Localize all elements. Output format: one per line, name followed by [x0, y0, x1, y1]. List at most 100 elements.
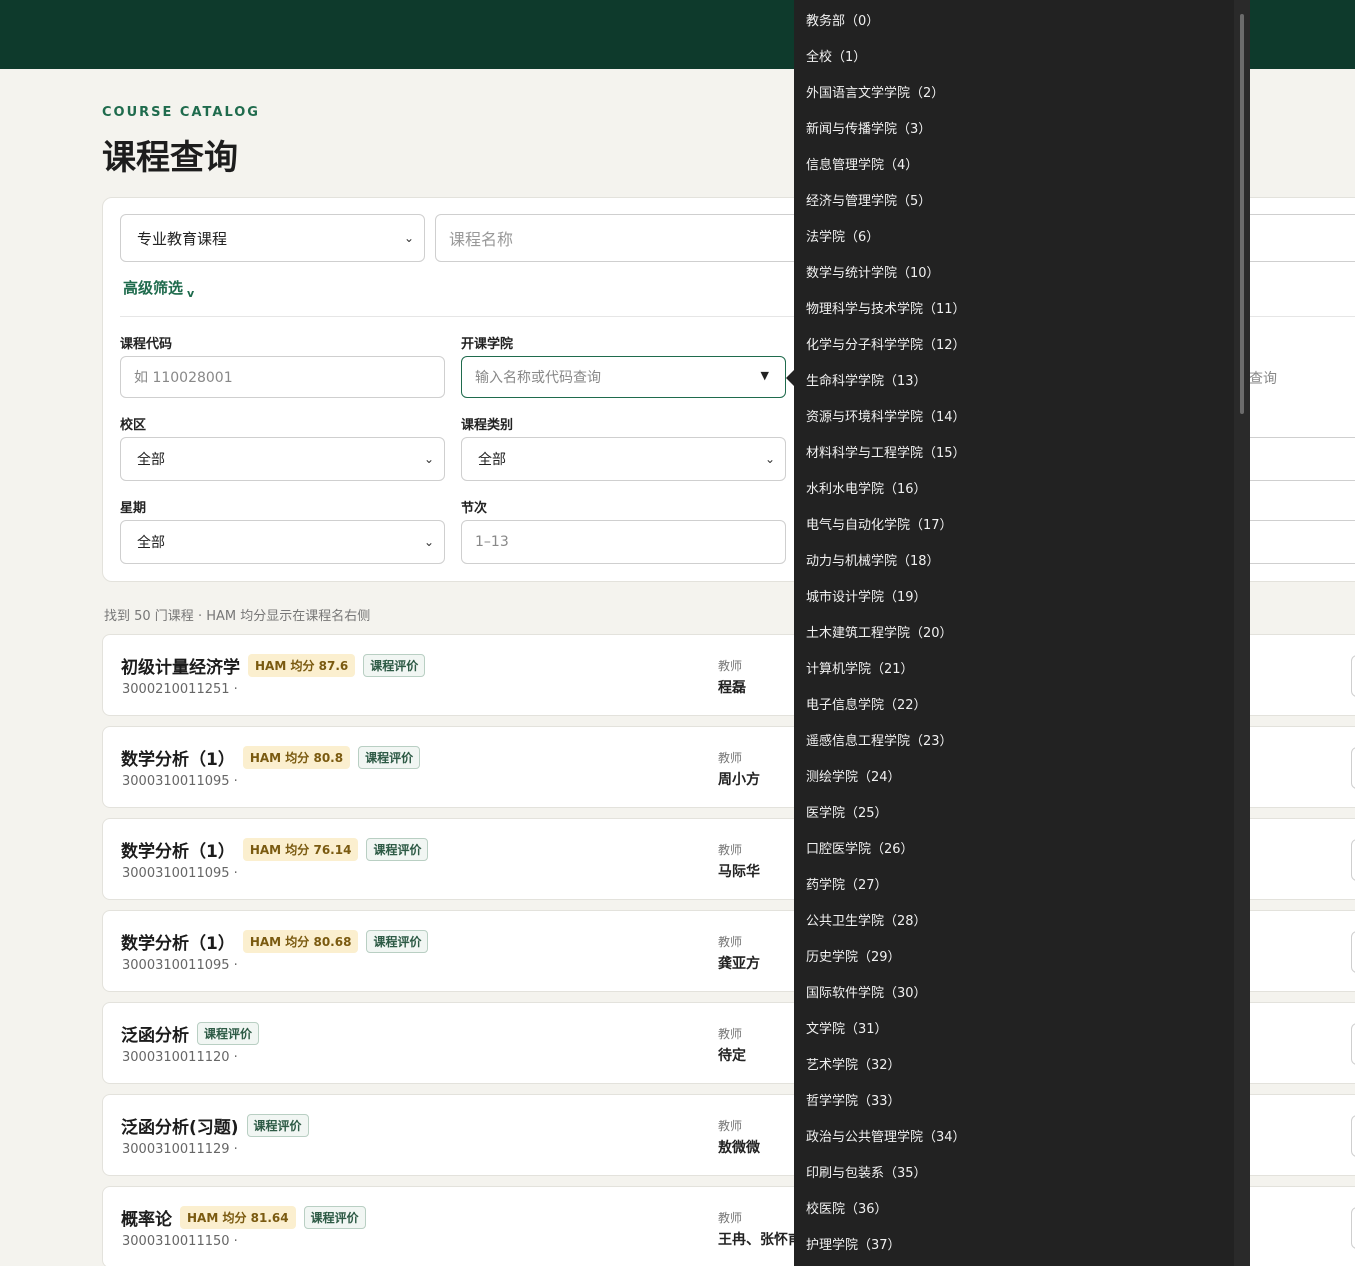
teacher-name: 龚亚方 — [718, 956, 760, 972]
ham-badge: HAM 均分 81.64 — [180, 1206, 296, 1229]
weekday-label: 星期 — [120, 501, 147, 516]
college-option[interactable]: 动力与机械学院（18） — [806, 550, 940, 569]
college-option[interactable]: 遥感信息工程学院（23） — [806, 730, 953, 749]
course-action-button[interactable] — [1351, 1115, 1355, 1157]
college-option[interactable]: 历史学院（29） — [806, 946, 901, 965]
ham-badge: HAM 均分 76.14 — [242, 838, 359, 861]
college-label: 开课学院 — [461, 337, 514, 352]
course-name: 泛函分析 — [121, 1026, 189, 1046]
chevron-down-icon: ⌄ — [764, 452, 775, 466]
course-eval-link[interactable]: 课程评价 — [363, 654, 426, 677]
period-input[interactable]: 1–13 — [461, 520, 786, 564]
campus-value: 全部 — [137, 452, 165, 468]
course-name: 数学分析（1） — [121, 934, 235, 954]
period-label: 节次 — [461, 501, 488, 516]
course-eval-link[interactable]: 课程评价 — [358, 746, 421, 769]
college-option[interactable]: 文学院（31） — [806, 1018, 888, 1037]
college-option[interactable]: 口腔医学院（26） — [806, 838, 914, 857]
teacher-label: 教师 — [718, 659, 743, 673]
college-option[interactable]: 电子信息学院（22） — [806, 694, 927, 713]
partial-select[interactable] — [1240, 437, 1355, 481]
college-placeholder: 输入名称或代码查询 — [475, 370, 601, 386]
college-dropdown-list[interactable]: 教务部（0） 全校（1） 外国语言文学学院（2） 新闻与传播学院（3） 信息管理学院（4… — [794, 0, 1250, 1266]
college-option[interactable]: 教务部（0） — [806, 10, 879, 29]
college-option[interactable]: 资源与环境科学学院（14） — [806, 406, 966, 425]
chevron-down-icon: ⌄ — [423, 452, 434, 466]
college-combobox[interactable]: 输入名称或代码查询 ▼ — [461, 356, 786, 398]
teacher-label: 教师 — [718, 1027, 743, 1041]
course-name: 数学分析（1） — [121, 750, 235, 770]
teacher-label: 教师 — [718, 751, 743, 765]
college-option[interactable]: 新闻与传播学院（3） — [806, 118, 931, 137]
college-option[interactable]: 外国语言文学学院（2） — [806, 82, 944, 101]
college-option[interactable]: 校医院（36） — [806, 1198, 888, 1217]
campus-select[interactable]: 全部 ⌄ — [120, 437, 445, 481]
weekday-value: 全部 — [137, 535, 165, 551]
college-option[interactable]: 信息管理学院（4） — [806, 154, 918, 173]
course-name: 概率论 — [121, 1210, 172, 1230]
dropdown-scrollbar-thumb[interactable] — [1240, 14, 1244, 414]
college-option[interactable]: 医学院（25） — [806, 802, 888, 821]
college-option[interactable]: 材料科学与工程学院（15） — [806, 442, 966, 461]
course-code: 3000310011095 · — [122, 774, 238, 789]
course-eval-link[interactable]: 课程评价 — [303, 1206, 366, 1229]
college-option[interactable]: 计算机学院（21） — [806, 658, 914, 677]
college-option[interactable]: 全校（1） — [806, 46, 866, 65]
category-select[interactable]: 全部 ⌄ — [461, 437, 786, 481]
course-action-button[interactable] — [1351, 747, 1355, 789]
course-code: 3000310011150 · — [122, 1234, 238, 1249]
course-type-select[interactable]: 专业教育课程 ⌄ — [120, 214, 425, 262]
course-action-button[interactable] — [1351, 1207, 1355, 1249]
course-code: 3000310011095 · — [122, 866, 238, 881]
course-action-button[interactable] — [1351, 931, 1355, 973]
teacher-name: 王冉、张怀甫 — [718, 1232, 802, 1248]
teacher-name: 程磊 — [718, 680, 746, 696]
teacher-label: 教师 — [718, 1211, 743, 1225]
college-option[interactable]: 城市设计学院（19） — [806, 586, 927, 605]
college-option[interactable]: 哲学学院（33） — [806, 1090, 901, 1109]
course-code-label: 课程代码 — [120, 337, 173, 352]
search-partial-text: 查询 — [1249, 371, 1277, 387]
college-option[interactable]: 艺术学院（32） — [806, 1054, 901, 1073]
course-eval-link[interactable]: 课程评价 — [197, 1022, 260, 1045]
course-eval-link[interactable]: 课程评价 — [246, 1114, 309, 1137]
teacher-label: 教师 — [718, 935, 743, 949]
course-name: 数学分析（1） — [121, 842, 235, 862]
college-option[interactable]: 化学与分子科学学院（12） — [806, 334, 966, 353]
partial-input[interactable] — [1240, 520, 1355, 564]
teacher-label: 教师 — [718, 1119, 743, 1133]
college-option[interactable]: 药学院（27） — [806, 874, 888, 893]
course-code: 3000310011120 · — [122, 1050, 238, 1065]
page-eyebrow: COURSE CATALOG — [102, 105, 260, 120]
chevron-down-icon: ⌄ — [423, 535, 434, 549]
caret-down-icon: ▼ — [760, 369, 769, 382]
ham-badge: HAM 均分 80.68 — [242, 930, 359, 953]
college-option[interactable]: 护理学院（37） — [806, 1234, 901, 1253]
college-option[interactable]: 经济与管理学院（5） — [806, 190, 931, 209]
college-option[interactable]: 政治与公共管理学院（34） — [806, 1126, 966, 1145]
course-action-button[interactable] — [1351, 1023, 1355, 1065]
ham-badge: HAM 均分 87.6 — [248, 654, 356, 677]
course-action-button[interactable] — [1351, 839, 1355, 881]
college-option[interactable]: 电气与自动化学院（17） — [806, 514, 953, 533]
college-option[interactable]: 土木建筑工程学院（20） — [806, 622, 953, 641]
course-type-value: 专业教育课程 — [137, 229, 228, 248]
college-option[interactable]: 测绘学院（24） — [806, 766, 901, 785]
teacher-label: 教师 — [718, 843, 743, 857]
course-name-placeholder: 课程名称 — [449, 230, 514, 249]
college-option[interactable]: 印刷与包装系（35） — [806, 1162, 927, 1181]
weekday-select[interactable]: 全部 ⌄ — [120, 520, 445, 564]
course-code-input[interactable]: 如 110028001 — [120, 356, 445, 398]
college-option[interactable]: 生命科学学院（13） — [806, 370, 927, 389]
college-option[interactable]: 国际软件学院（30） — [806, 982, 927, 1001]
course-action-button[interactable] — [1351, 655, 1355, 697]
college-option[interactable]: 水利水电学院（16） — [806, 478, 927, 497]
chevron-down-icon: ⌄ — [403, 231, 414, 245]
college-option[interactable]: 公共卫生学院（28） — [806, 910, 927, 929]
advanced-filter-toggle[interactable]: 高级筛选 v — [123, 277, 194, 300]
course-eval-link[interactable]: 课程评价 — [366, 930, 429, 953]
college-option[interactable]: 物理科学与技术学院（11） — [806, 298, 966, 317]
course-eval-link[interactable]: 课程评价 — [366, 838, 429, 861]
college-option[interactable]: 数学与统计学院（10） — [806, 262, 940, 281]
college-option[interactable]: 法学院（6） — [806, 226, 879, 245]
